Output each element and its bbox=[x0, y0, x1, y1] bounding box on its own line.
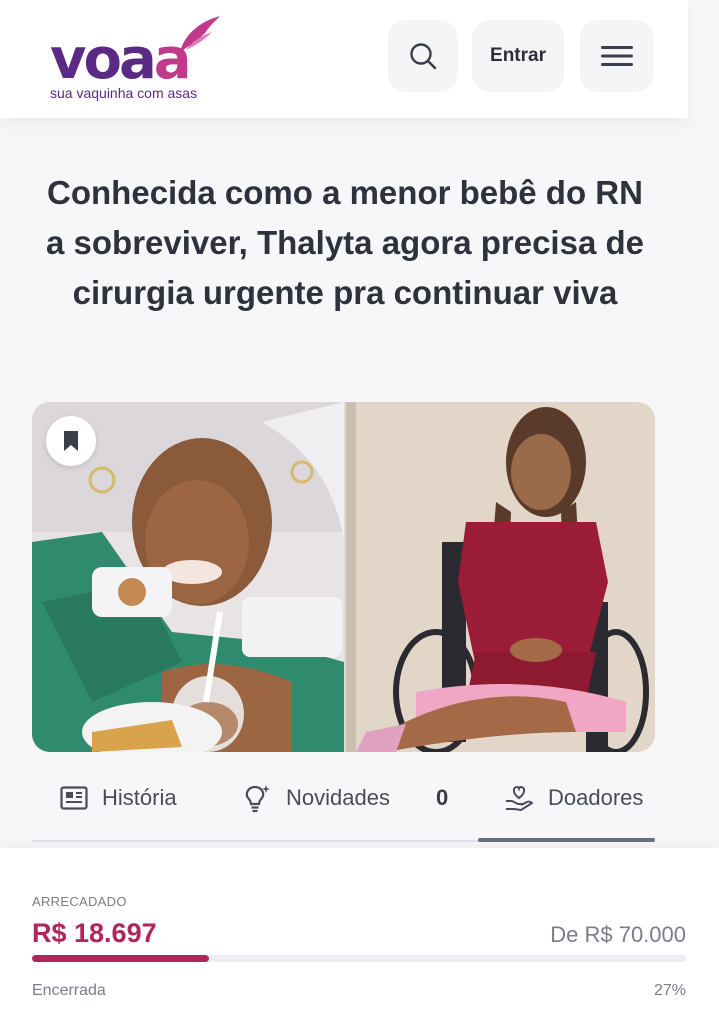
bookmark-icon bbox=[64, 431, 78, 451]
menu-button[interactable] bbox=[580, 20, 654, 92]
progress-card: ARRECADADO R$ 18.697 De R$ 70.000 Encerr… bbox=[0, 848, 719, 1024]
tab-novidades-label: Novidades bbox=[286, 785, 390, 810]
campaign-status: Encerrada bbox=[32, 982, 106, 999]
progress-bar bbox=[32, 955, 686, 962]
menu-icon bbox=[601, 46, 633, 66]
logo-wordmark: voaa bbox=[50, 27, 192, 92]
raised-amount: R$ 18.697 bbox=[32, 918, 157, 948]
wing-icon bbox=[180, 16, 220, 52]
lightbulb-icon bbox=[245, 785, 270, 813]
campaign-photos[interactable] bbox=[32, 402, 655, 752]
novidades-count: 0 bbox=[436, 785, 449, 810]
raised-label: ARRECADADO bbox=[32, 894, 127, 909]
newspaper-icon bbox=[60, 786, 88, 810]
tab-historia-label: História bbox=[102, 785, 177, 810]
goal-amount: De R$ 70.000 bbox=[550, 922, 686, 947]
active-tab-indicator bbox=[478, 838, 655, 842]
search-icon bbox=[410, 43, 437, 70]
voaa-logo[interactable]: voaa sua vaquinha com asas bbox=[50, 14, 230, 104]
logo-tagline: sua vaquinha com asas bbox=[50, 85, 198, 101]
tab-doadores[interactable]: Doadores bbox=[504, 770, 643, 826]
site-header: voaa sua vaquinha com asas Entrar bbox=[0, 0, 688, 118]
progress-percent: 27% bbox=[653, 982, 686, 999]
tab-historia[interactable]: História bbox=[60, 770, 177, 826]
login-button[interactable]: Entrar bbox=[472, 20, 564, 92]
search-button[interactable] bbox=[388, 20, 458, 92]
tab-novidades[interactable]: Novidades bbox=[242, 770, 390, 826]
wheelchair-photo bbox=[346, 402, 655, 752]
campaign-tabs: História Novidades 0 Doadores bbox=[32, 770, 655, 844]
bookmark-button[interactable] bbox=[46, 416, 96, 466]
progress-bar-fill bbox=[32, 955, 209, 962]
campaign-title: Conhecida como a menor bebê do RN a sobr… bbox=[46, 174, 644, 311]
heart-hand-icon bbox=[506, 785, 533, 811]
tab-doadores-label: Doadores bbox=[548, 785, 644, 810]
